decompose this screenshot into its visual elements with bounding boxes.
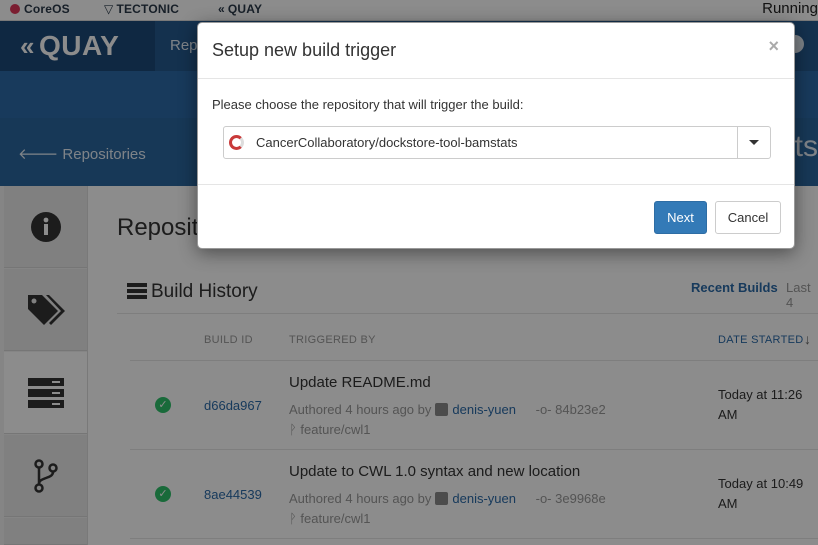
- repository-icon: [229, 135, 244, 150]
- close-icon[interactable]: ×: [768, 36, 779, 57]
- modal-footer-divider: [198, 184, 794, 185]
- dropdown-toggle[interactable]: [737, 127, 770, 158]
- cancel-button[interactable]: Cancel: [715, 201, 781, 234]
- next-button[interactable]: Next: [654, 201, 707, 234]
- selected-repository: CancerCollaboratory/dockstore-tool-bamst…: [256, 135, 518, 150]
- repository-select[interactable]: CancerCollaboratory/dockstore-tool-bamst…: [223, 126, 771, 159]
- chevron-down-icon: [749, 140, 759, 145]
- modal-title: Setup new build trigger: [212, 40, 397, 60]
- modal-header: Setup new build trigger ×: [198, 23, 794, 79]
- setup-build-trigger-dialog: Setup new build trigger × Please choose …: [197, 22, 795, 249]
- modal-prompt: Please choose the repository that will t…: [212, 97, 524, 112]
